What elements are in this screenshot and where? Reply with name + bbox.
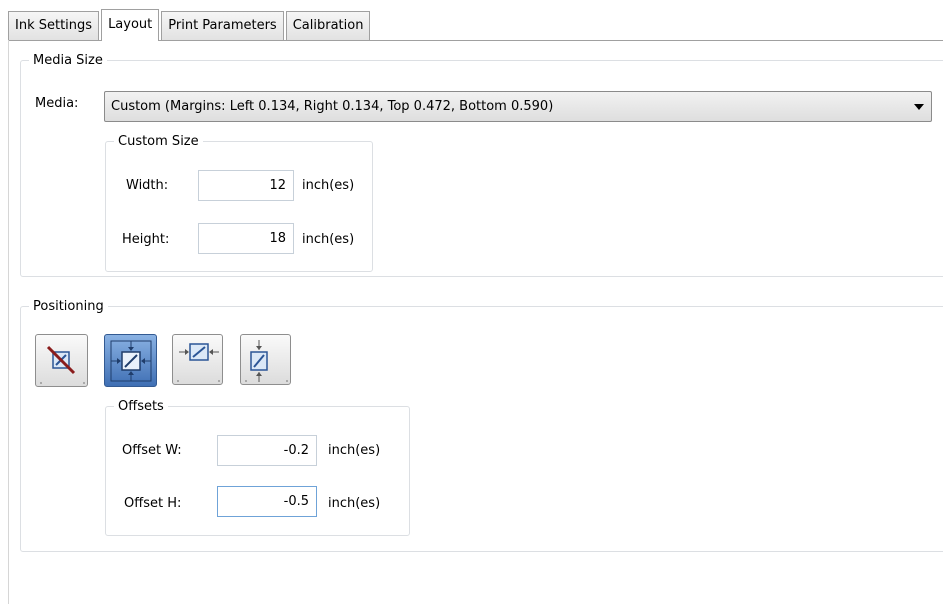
offsets-title: Offsets: [118, 399, 164, 414]
center-vertical-icon: [245, 340, 288, 382]
offset-h-unit: inch(es): [328, 496, 381, 511]
panel-left-border: [8, 40, 9, 604]
tab-layout[interactable]: Layout: [101, 9, 160, 41]
tab-strip: Ink Settings Layout Print Parameters Cal…: [8, 9, 372, 41]
offset-w-unit: inch(es): [328, 443, 381, 458]
media-select-value: Custom (Margins: Left 0.134, Right 0.134…: [111, 99, 554, 114]
positioning-title: Positioning: [33, 299, 104, 314]
media-label: Media:: [35, 96, 79, 111]
offset-w-input[interactable]: -0.2: [217, 435, 317, 466]
offset-h-label: Offset H:: [124, 496, 182, 511]
offset-h-input[interactable]: -0.5: [217, 486, 317, 517]
center-horizontal-button[interactable]: [172, 334, 223, 385]
center-both-button[interactable]: [104, 334, 157, 387]
layout-settings-window: Ink Settings Layout Print Parameters Cal…: [0, 0, 943, 604]
media-select[interactable]: Custom (Margins: Left 0.134, Right 0.134…: [104, 91, 932, 122]
chevron-down-icon[interactable]: [914, 104, 924, 110]
no-positioning-button[interactable]: [35, 334, 88, 387]
width-label: Width:: [126, 178, 169, 193]
height-label: Height:: [122, 232, 170, 247]
offset-w-label: Offset W:: [122, 443, 182, 458]
custom-size-title: Custom Size: [118, 134, 199, 149]
center-horizontal-icon: [177, 343, 220, 382]
width-input[interactable]: 12: [198, 170, 294, 201]
center-vertical-button[interactable]: [240, 334, 291, 385]
tab-print-parameters[interactable]: Print Parameters: [161, 11, 284, 40]
width-unit: inch(es): [302, 178, 355, 193]
tab-ink-settings[interactable]: Ink Settings: [8, 11, 100, 40]
tab-calibration[interactable]: Calibration: [285, 11, 371, 40]
height-unit: inch(es): [302, 232, 355, 247]
center-both-icon: [110, 340, 152, 382]
media-size-title: Media Size: [33, 53, 103, 68]
height-input[interactable]: 18: [198, 223, 294, 254]
no-positioning-icon: [40, 345, 85, 384]
